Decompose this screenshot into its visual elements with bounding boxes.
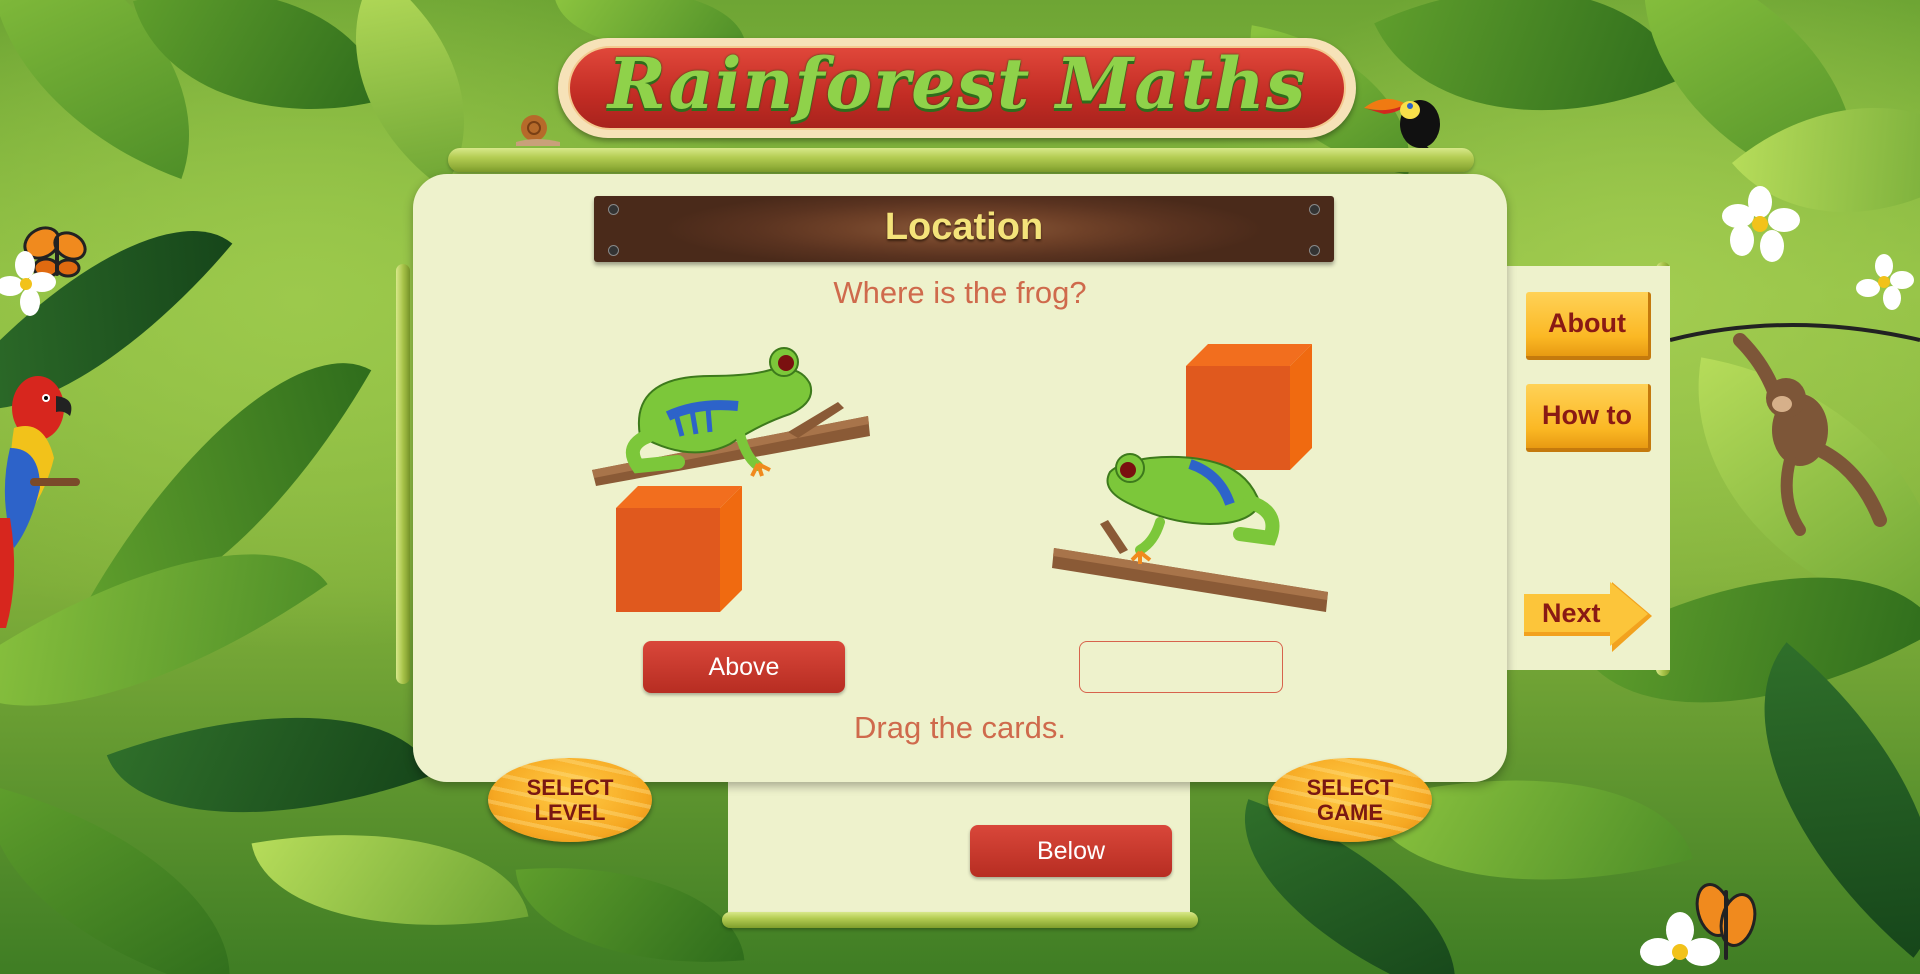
monkey-icon <box>1670 323 1920 536</box>
cube-icon <box>1186 344 1312 470</box>
select-level-button[interactable]: SELECT LEVEL <box>488 758 652 842</box>
select-level-line2: LEVEL <box>534 800 606 825</box>
instruction-text: Drag the cards. <box>854 710 1066 745</box>
branch-icon <box>1052 520 1328 612</box>
flower-icon <box>1640 912 1720 966</box>
how-to-button[interactable]: How to <box>1526 384 1651 452</box>
bamboo-rail-top <box>448 148 1474 172</box>
answer-drop-slot[interactable] <box>1079 641 1283 693</box>
frog-icon <box>1106 453 1280 564</box>
bamboo-rail-bottom <box>722 912 1198 928</box>
next-button[interactable]: Next <box>1524 582 1652 652</box>
topic-banner: Location <box>594 196 1334 262</box>
answer-card-below[interactable]: Below <box>970 825 1172 877</box>
scene-frog-below <box>1052 344 1328 612</box>
parrot-icon <box>0 376 80 628</box>
topic-title: Location <box>884 206 1044 248</box>
title-plaque: Rainforest Maths <box>558 38 1356 138</box>
answer-card-placed[interactable]: Above <box>643 641 845 693</box>
flower-icon <box>1722 186 1800 262</box>
cube-icon <box>616 486 742 612</box>
about-button[interactable]: About <box>1526 292 1651 360</box>
snail-icon <box>516 115 560 146</box>
activity-panel <box>413 174 1507 782</box>
scene-frog-above <box>592 347 870 612</box>
select-game-line2: GAME <box>1317 800 1383 825</box>
select-game-line1: SELECT <box>1306 775 1394 800</box>
select-game-button[interactable]: SELECT GAME <box>1268 758 1432 842</box>
bamboo-pole-left <box>396 264 410 684</box>
app-title: Rainforest Maths <box>607 42 1307 125</box>
select-level-line1: SELECT <box>526 775 614 800</box>
next-label: Next <box>1542 598 1601 628</box>
